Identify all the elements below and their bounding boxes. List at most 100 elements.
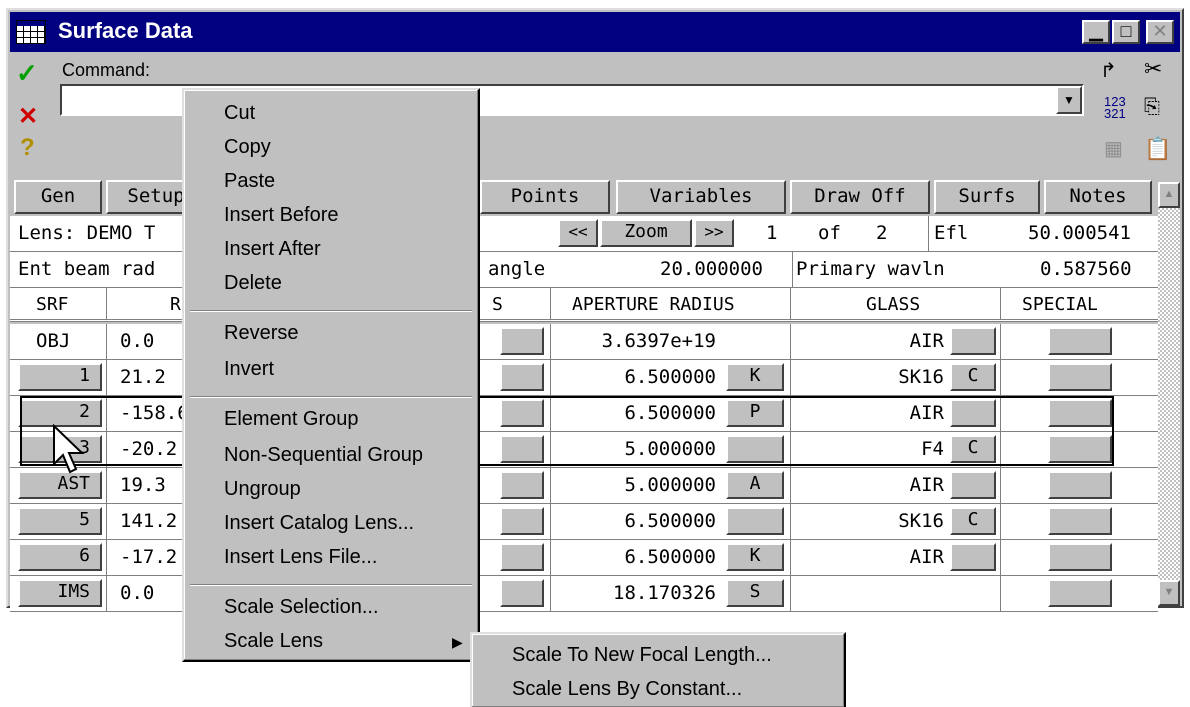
aperture-value[interactable]: 6.500000 xyxy=(556,504,716,538)
special-button[interactable] xyxy=(1048,363,1112,391)
paste-icon[interactable]: 📋 xyxy=(1144,136,1171,162)
tab-notes[interactable]: Notes xyxy=(1044,180,1152,214)
menu-item-scale-focal-length[interactable]: Scale To New Focal Length... xyxy=(512,644,772,667)
sort-icon[interactable]: 123 321 xyxy=(1104,95,1126,120)
glass-flag-button[interactable] xyxy=(950,543,996,571)
solve-button[interactable] xyxy=(500,543,544,571)
glass-value[interactable]: AIR xyxy=(796,324,944,358)
efl-value: 50.000541 xyxy=(1028,222,1131,244)
menu-item-paste[interactable]: Paste xyxy=(224,170,275,193)
submenu-arrow-icon: ▶ xyxy=(452,634,463,650)
radius-value[interactable]: 141.2 xyxy=(120,504,177,538)
maximize-button[interactable]: □ xyxy=(1112,20,1140,44)
glass-flag-button[interactable]: C xyxy=(950,363,996,391)
tab-draw-off[interactable]: Draw Off xyxy=(790,180,930,214)
radius-value[interactable]: -17.2 xyxy=(120,540,177,574)
chevron-down-icon[interactable]: ▼ xyxy=(1056,86,1082,114)
tab-gen[interactable]: Gen xyxy=(14,180,102,214)
special-button[interactable] xyxy=(1048,543,1112,571)
aperture-value[interactable]: 3.6397e+19 xyxy=(556,324,716,358)
radius-value[interactable]: 0.0 xyxy=(120,324,154,358)
zoom-button[interactable]: Zoom xyxy=(600,219,692,247)
aperture-value[interactable]: 6.500000 xyxy=(556,540,716,574)
aperture-flag-button[interactable]: S xyxy=(726,579,784,607)
menu-item-invert[interactable]: Invert xyxy=(224,358,274,381)
glass-flag-button[interactable]: C xyxy=(950,507,996,535)
aperture-value[interactable]: 5.000000 xyxy=(556,468,716,502)
header-s: S xyxy=(492,294,503,315)
srf-button[interactable]: 5 xyxy=(18,507,102,535)
aperture-value[interactable]: 6.500000 xyxy=(556,360,716,394)
radius-value[interactable]: 21.2 xyxy=(120,360,166,394)
menu-item-ungroup[interactable]: Ungroup xyxy=(224,478,301,501)
maximize-icon: □ xyxy=(1120,21,1132,41)
srf-button[interactable]: IMS xyxy=(18,579,102,607)
special-button[interactable] xyxy=(1048,471,1112,499)
srf-button[interactable]: 6 xyxy=(18,543,102,571)
menu-item-scale-lens[interactable]: Scale Lens xyxy=(224,630,323,653)
menu-item-reverse[interactable]: Reverse xyxy=(224,322,298,345)
checkmark-icon[interactable]: ✓ xyxy=(16,58,38,89)
context-menu: Cut Copy Paste Insert Before Insert Afte… xyxy=(182,88,480,662)
aperture-flag-button[interactable] xyxy=(726,507,784,535)
menu-item-scale-by-constant[interactable]: Scale Lens By Constant... xyxy=(512,678,742,701)
scroll-up-icon[interactable]: ▲ xyxy=(1158,182,1180,208)
menu-item-insert-catalog-lens[interactable]: Insert Catalog Lens... xyxy=(224,512,414,535)
next-page-button[interactable]: >> xyxy=(694,219,734,247)
scissors-icon[interactable]: ✂ xyxy=(1144,56,1162,82)
special-button[interactable] xyxy=(1048,327,1112,355)
scroll-down-icon[interactable]: ▼ xyxy=(1158,580,1180,606)
insert-arrow-icon[interactable]: ↱ xyxy=(1100,58,1117,83)
header-aperture: APERTURE RADIUS xyxy=(572,294,735,315)
page-total: 2 xyxy=(876,222,888,244)
srf-button[interactable]: 1 xyxy=(18,363,102,391)
menu-item-delete[interactable]: Delete xyxy=(224,272,282,295)
menu-item-insert-before[interactable]: Insert Before xyxy=(224,204,339,227)
menu-item-cut[interactable]: Cut xyxy=(224,102,255,125)
tab-points[interactable]: Points xyxy=(480,180,610,214)
aperture-flag-button[interactable]: A xyxy=(726,471,784,499)
glass-value[interactable]: SK16 xyxy=(796,360,944,394)
glass-flag-button[interactable] xyxy=(950,327,996,355)
radius-value[interactable]: 0.0 xyxy=(120,576,154,610)
menu-item-scale-selection[interactable]: Scale Selection... xyxy=(224,596,379,619)
close-button[interactable]: ✕ xyxy=(1146,20,1174,44)
glass-flag-button[interactable] xyxy=(950,471,996,499)
tab-variables[interactable]: Variables xyxy=(616,180,786,214)
cancel-x-icon[interactable]: ✕ xyxy=(18,102,38,131)
minimize-button[interactable]: ▁ xyxy=(1082,20,1110,44)
title-bar[interactable]: Surface Data ▁ □ ✕ xyxy=(10,12,1180,52)
aperture-flag-button[interactable]: K xyxy=(726,543,784,571)
menu-item-non-sequential-group[interactable]: Non-Sequential Group xyxy=(224,444,423,467)
glass-value[interactable]: AIR xyxy=(796,540,944,574)
solve-button[interactable] xyxy=(500,507,544,535)
menu-item-insert-after[interactable]: Insert After xyxy=(224,238,321,261)
window-title: Surface Data xyxy=(58,18,193,43)
minimize-icon: ▁ xyxy=(1089,21,1103,41)
solve-button[interactable] xyxy=(500,363,544,391)
copy-icon[interactable]: ⎘ xyxy=(1144,96,1160,119)
aperture-flag-button[interactable]: K xyxy=(726,363,784,391)
glass-value[interactable]: SK16 xyxy=(796,504,944,538)
header-glass: GLASS xyxy=(866,294,921,315)
menu-item-element-group[interactable]: Element Group xyxy=(224,408,359,431)
vertical-scrollbar[interactable]: ▲ ▼ xyxy=(1158,182,1180,606)
special-button[interactable] xyxy=(1048,579,1112,607)
grid-icon[interactable]: ▦ xyxy=(1104,136,1123,161)
wavln-value: 0.587560 xyxy=(1040,258,1132,280)
aperture-value[interactable]: 18.170326 xyxy=(556,576,716,610)
radius-value[interactable]: 19.3 xyxy=(120,468,166,502)
menu-item-insert-lens-file[interactable]: Insert Lens File... xyxy=(224,546,377,569)
solve-button[interactable] xyxy=(500,327,544,355)
menu-separator xyxy=(190,584,472,586)
prev-page-button[interactable]: << xyxy=(558,219,598,247)
glass-value[interactable]: AIR xyxy=(796,468,944,502)
header-special: SPECIAL xyxy=(1022,294,1098,315)
solve-button[interactable] xyxy=(500,471,544,499)
tab-surfs[interactable]: Surfs xyxy=(934,180,1040,214)
menu-item-copy[interactable]: Copy xyxy=(224,136,271,159)
help-question-icon[interactable]: ? xyxy=(20,134,35,162)
solve-button[interactable] xyxy=(500,579,544,607)
special-button[interactable] xyxy=(1048,507,1112,535)
header-radius: R xyxy=(170,294,181,315)
